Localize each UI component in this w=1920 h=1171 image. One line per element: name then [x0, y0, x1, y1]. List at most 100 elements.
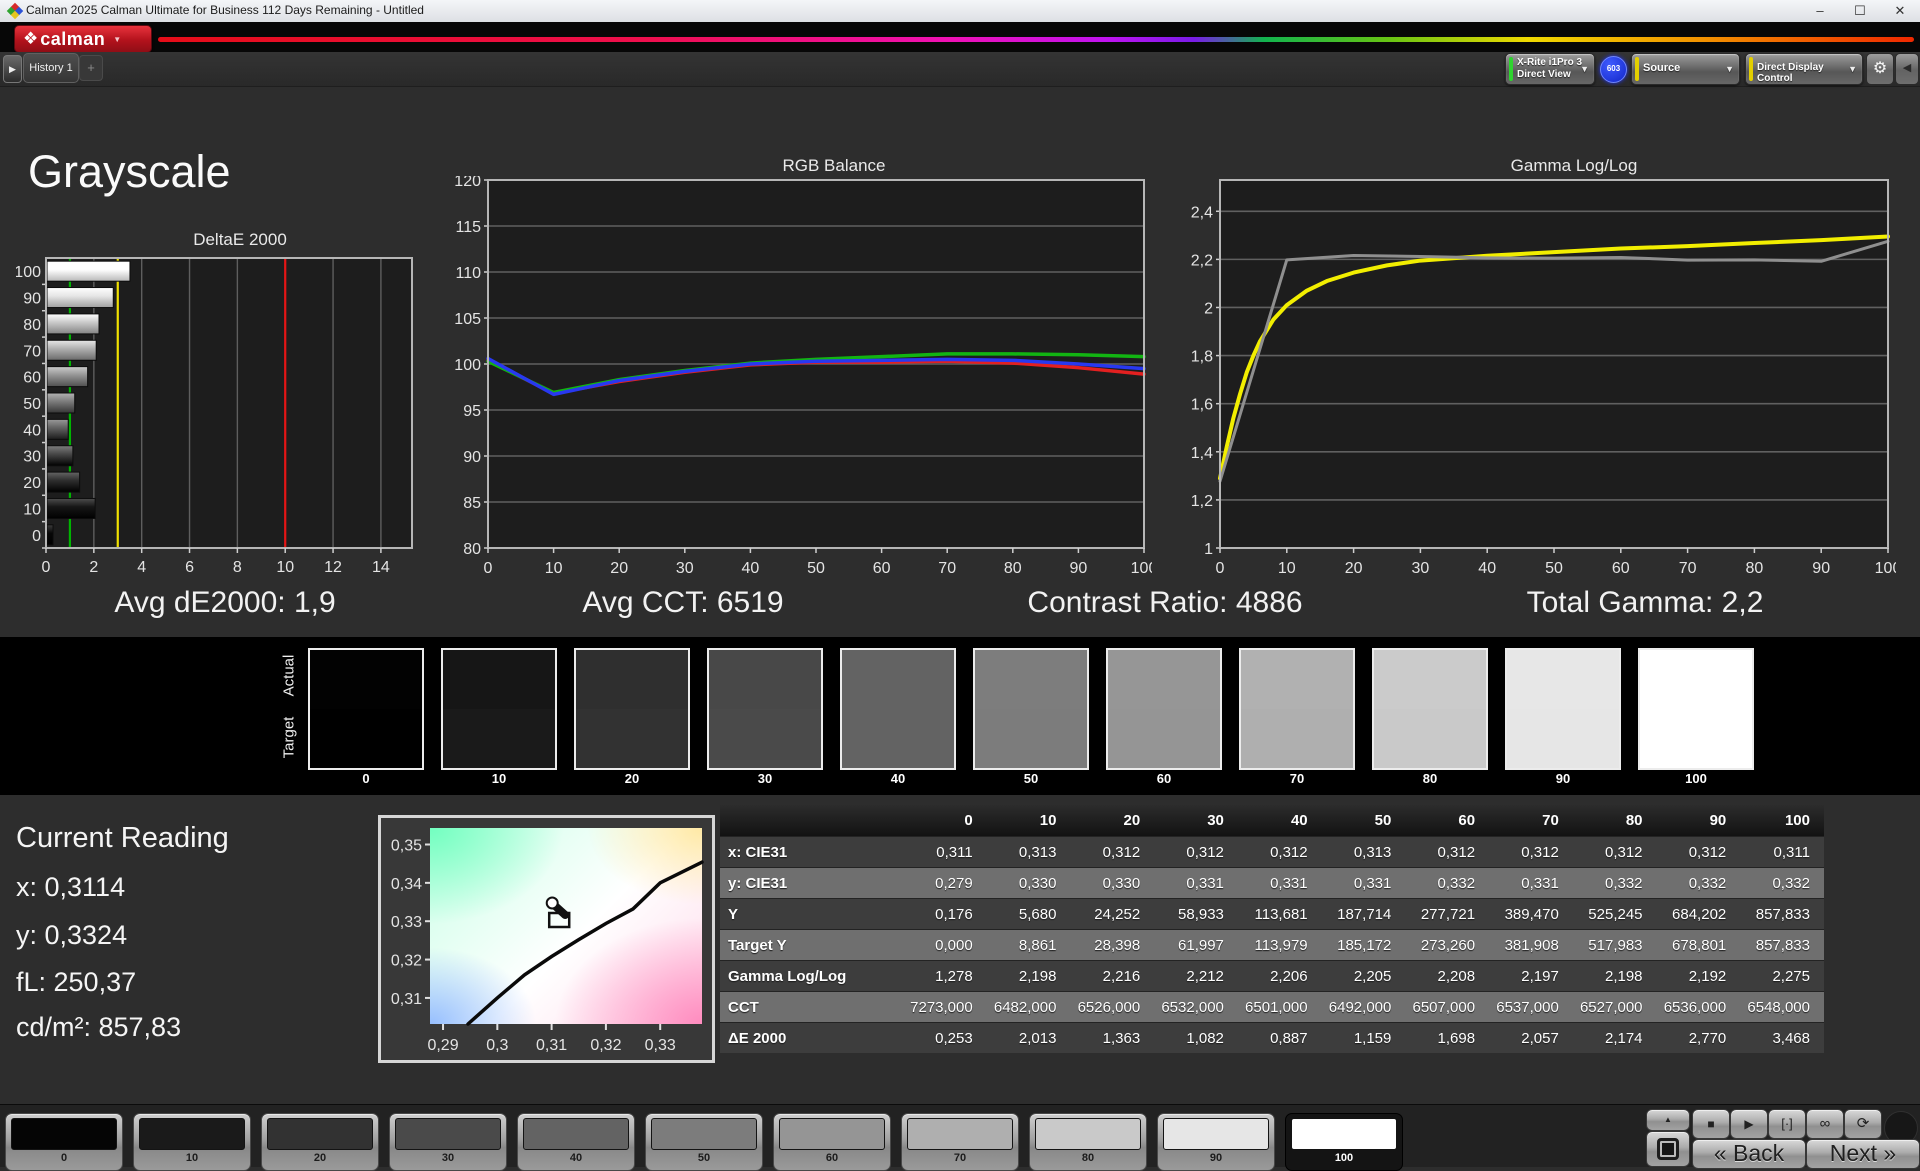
svg-text:2: 2 — [89, 559, 98, 576]
back-label: Back — [1733, 1140, 1785, 1166]
calman-logo-icon: ❖ — [23, 29, 39, 48]
svg-text:100: 100 — [454, 357, 481, 374]
patch-button-100[interactable]: 100 — [1285, 1113, 1403, 1171]
display-control-dropdown[interactable]: Direct Display Control ▼ — [1745, 53, 1863, 85]
table-cell: 2,197 — [1521, 967, 1559, 985]
table-row-label: y: CIE31 — [728, 874, 788, 892]
swatch-actual-half — [1108, 650, 1220, 709]
table-cell: 0,331 — [1353, 874, 1392, 892]
table-column-header: 80 — [1625, 812, 1643, 829]
svg-text:80: 80 — [463, 541, 481, 558]
table-column-header: 60 — [1458, 812, 1476, 829]
svg-text:105: 105 — [454, 311, 481, 328]
swatch-actual-half — [1507, 650, 1619, 709]
patch-swatch — [11, 1118, 117, 1150]
next-label: Next — [1829, 1140, 1878, 1166]
deltae-bar-chart: 10090807060504030201000 2 4 6 8 10 12 14 — [16, 257, 413, 576]
patch-swatch — [1163, 1118, 1269, 1150]
table-cell: 678,801 — [1672, 936, 1727, 954]
single-measure-icon[interactable]: [·] — [1768, 1109, 1806, 1139]
swatch-target-half — [1640, 709, 1752, 768]
maximize-icon[interactable]: ☐ — [1840, 0, 1880, 22]
next-button[interactable]: Next » — [1806, 1139, 1920, 1169]
table-cell: 2,208 — [1437, 967, 1476, 985]
svg-text:12: 12 — [324, 559, 342, 576]
svg-text:0,34: 0,34 — [391, 876, 422, 893]
tab-history-1[interactable]: History 1 — [23, 53, 79, 83]
toolbar: ▶ History 1 + X-Rite i1Pro 3 Direct View… — [0, 52, 1920, 87]
svg-text:110: 110 — [455, 265, 481, 282]
patch-button-60[interactable]: 60 — [773, 1113, 891, 1171]
patch-button-10[interactable]: 10 — [133, 1113, 251, 1171]
stop-icon[interactable]: ■ — [1692, 1109, 1730, 1139]
patch-button-50[interactable]: 50 — [645, 1113, 763, 1171]
patch-label: 0 — [60, 1152, 68, 1164]
continuous-measure-icon[interactable]: ∞ — [1806, 1109, 1844, 1139]
window-shade-up-icon[interactable]: ▲ — [1646, 1109, 1690, 1131]
table-cell: 6501,000 — [1245, 998, 1308, 1016]
patch-button-20[interactable]: 20 — [261, 1113, 379, 1171]
app-icon — [6, 2, 24, 20]
table-cell: 0,313 — [1353, 843, 1392, 861]
swatch-target-half — [975, 709, 1087, 768]
grayscale-swatch — [1505, 648, 1621, 770]
svg-text:0,31: 0,31 — [391, 991, 422, 1008]
collapse-panel-icon[interactable]: ◀ — [1895, 53, 1919, 85]
svg-text:50: 50 — [1545, 560, 1563, 577]
svg-text:70: 70 — [23, 343, 41, 360]
back-button[interactable]: « Back — [1692, 1139, 1806, 1169]
calman-menu-button[interactable]: ❖ calman ▼ — [14, 25, 152, 53]
table-cell: 6507,000 — [1412, 998, 1476, 1016]
add-tab-button[interactable]: + — [79, 55, 103, 81]
calman-wordmark: calman — [40, 28, 106, 49]
svg-text:120: 120 — [454, 176, 481, 190]
table-cell: 857,833 — [1755, 936, 1810, 954]
source-dropdown[interactable]: Source ▼ — [1631, 53, 1740, 85]
play-icon[interactable]: ▶ — [1730, 1109, 1768, 1139]
table-column-header: 90 — [1709, 812, 1727, 829]
table-cell: 1,698 — [1437, 1029, 1476, 1047]
table-row: Gamma Log/Log 1,278 2,198 2,216 2,212 2,206 2,… — [720, 960, 1824, 991]
svg-text:20: 20 — [23, 475, 41, 492]
current-reading-title: Current Reading — [16, 822, 229, 854]
svg-text:30: 30 — [23, 449, 41, 466]
patch-window-icon[interactable] — [1646, 1131, 1690, 1167]
table-cell: 2,198 — [1604, 967, 1643, 985]
patch-button-70[interactable]: 70 — [901, 1113, 1019, 1171]
patch-label: 50 — [697, 1152, 711, 1164]
meter-dropdown[interactable]: X-Rite i1Pro 3 Direct View ▼ — [1505, 53, 1595, 85]
table-cell: 6537,000 — [1496, 998, 1559, 1016]
patch-button-90[interactable]: 90 — [1157, 1113, 1275, 1171]
history-run-icon[interactable]: ▶ — [3, 55, 22, 83]
swatch-level-label: 70 — [1289, 771, 1305, 786]
patch-label: 80 — [1081, 1152, 1095, 1164]
table-cell: 517,983 — [1588, 936, 1643, 954]
minimize-icon[interactable]: – — [1800, 0, 1840, 22]
table-cell: 7273,000 — [910, 998, 973, 1016]
total-gamma-value: Total Gamma: 2,2 — [1526, 586, 1764, 619]
table-cell: 58,933 — [1178, 905, 1224, 923]
patch-swatch — [907, 1118, 1013, 1150]
grayscale-swatch — [707, 648, 823, 770]
swatch-actual-half — [842, 650, 954, 709]
table-cell: 277,721 — [1420, 905, 1476, 923]
close-icon[interactable]: ✕ — [1880, 0, 1920, 22]
svg-text:0,33: 0,33 — [645, 1037, 676, 1054]
gear-icon[interactable]: ⚙ — [1866, 53, 1894, 85]
patch-button-40[interactable]: 40 — [517, 1113, 635, 1171]
swatch-level-label: 20 — [624, 771, 640, 786]
table-cell: 381,908 — [1504, 936, 1559, 954]
patch-swatch — [523, 1118, 629, 1150]
svg-text:0,3: 0,3 — [486, 1037, 508, 1054]
table-cell: 5,680 — [1018, 905, 1057, 923]
refresh-icon[interactable]: ⟳ — [1844, 1109, 1882, 1139]
patch-button-30[interactable]: 30 — [389, 1113, 507, 1171]
patch-button-0[interactable]: 0 — [5, 1113, 123, 1171]
table-cell: 0,312 — [1437, 843, 1476, 861]
table-cell: 6492,000 — [1328, 998, 1392, 1016]
avg-de2000-value: Avg dE2000: 1,9 — [114, 586, 336, 619]
table-cell: 24,252 — [1094, 905, 1141, 923]
svg-text:0: 0 — [484, 560, 493, 577]
patch-swatch — [1035, 1118, 1141, 1150]
patch-button-80[interactable]: 80 — [1029, 1113, 1147, 1171]
